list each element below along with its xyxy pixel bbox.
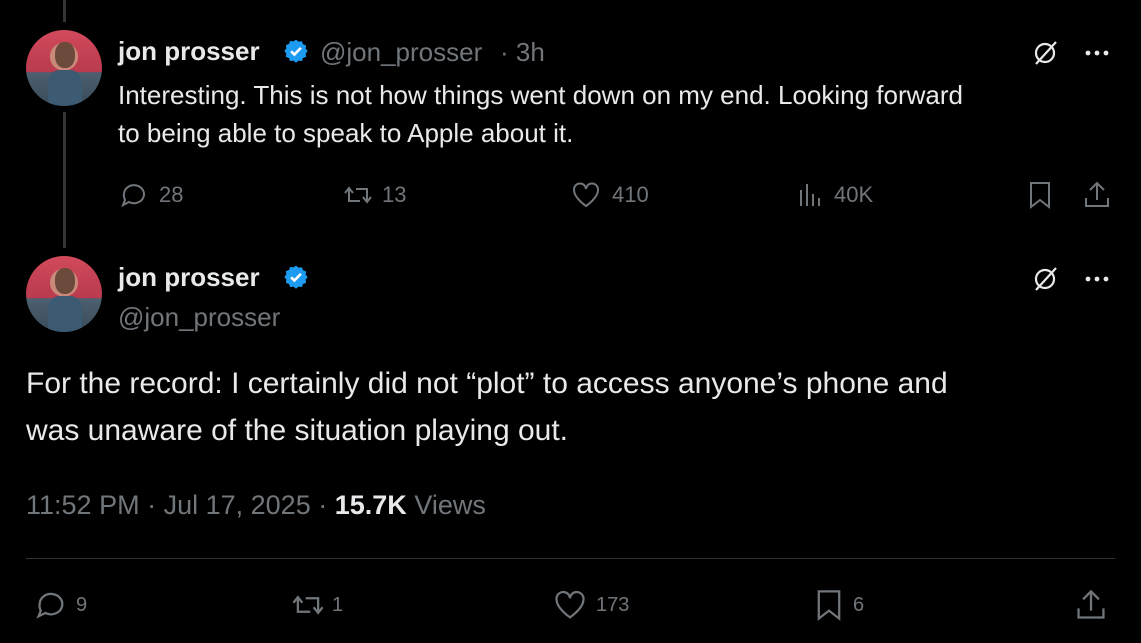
views-label: Views [414, 490, 486, 520]
views-button[interactable]: 40K [796, 180, 873, 210]
repost-button[interactable]: 13 [342, 180, 406, 210]
analytics-icon [800, 184, 820, 206]
verified-badge-icon [284, 39, 308, 63]
share-icon [1077, 589, 1105, 619]
reply-icon [121, 184, 145, 208]
tweet-date[interactable]: Jul 17, 2025 [164, 490, 311, 520]
like-button[interactable]: 410 [570, 180, 649, 210]
repost-icon [344, 186, 372, 204]
repost-count: 13 [382, 182, 407, 207]
bookmark-button[interactable] [1026, 180, 1054, 210]
thread-line-connector [63, 112, 66, 248]
separator: · [318, 490, 335, 520]
heart-icon [573, 182, 599, 208]
tweet-text-line: Interesting. This is not how things went… [118, 80, 963, 110]
avatar-body [48, 70, 82, 106]
tweet-time[interactable]: · 3h [500, 37, 545, 68]
avatar[interactable] [26, 256, 102, 332]
author-name[interactable]: jon prosser [118, 36, 260, 67]
reply-icon [36, 592, 64, 619]
share-icon [1085, 181, 1109, 207]
tweet-meta: 11:52 PM · Jul 17, 2025 · 15.7K Views [26, 490, 486, 521]
more-options-icon[interactable] [1084, 40, 1110, 71]
bookmark-icon [1030, 182, 1050, 210]
reply-button[interactable]: 28 [119, 180, 183, 210]
bookmark-count: 6 [853, 593, 865, 616]
reply-count: 28 [159, 182, 184, 207]
verified-badge-icon [284, 265, 308, 289]
grok-icon[interactable] [1030, 38, 1060, 73]
avatar-head [55, 42, 75, 68]
avatar-body [48, 296, 82, 332]
grok-icon[interactable] [1030, 264, 1060, 299]
heart-icon [555, 590, 585, 619]
tweet-time[interactable]: 11:52 PM [26, 490, 140, 520]
repost-count: 1 [332, 593, 344, 616]
share-button[interactable] [1074, 588, 1108, 622]
author-handle[interactable]: @jon_prosser [118, 302, 280, 333]
author-name[interactable]: jon prosser [118, 262, 260, 293]
divider [26, 558, 1115, 559]
tweet-text-line: was unaware of the situation playing out… [26, 414, 569, 447]
like-count: 410 [612, 182, 649, 207]
bookmark-icon [817, 590, 841, 621]
tweet-text-line: to being able to speak to Apple about it… [118, 118, 574, 148]
views-count: 15.7K [334, 490, 407, 520]
author-handle[interactable]: @jon_prosser [320, 37, 482, 68]
repost-icon [292, 595, 324, 615]
thread-line-top [63, 0, 66, 22]
bookmark-button[interactable]: 6 [813, 588, 864, 622]
tweet-text-line: For the record: I certainly did not “plo… [26, 367, 948, 400]
like-button[interactable]: 173 [552, 588, 629, 622]
reply-button[interactable]: 9 [34, 588, 87, 622]
separator: · [147, 490, 164, 520]
reply-count: 9 [76, 593, 88, 616]
avatar[interactable] [26, 30, 102, 106]
like-count: 173 [596, 593, 630, 616]
views-count: 40K [834, 182, 874, 207]
share-button[interactable] [1082, 180, 1112, 210]
avatar-head [55, 268, 75, 294]
more-options-icon[interactable] [1084, 266, 1110, 297]
repost-button[interactable]: 1 [290, 588, 343, 622]
